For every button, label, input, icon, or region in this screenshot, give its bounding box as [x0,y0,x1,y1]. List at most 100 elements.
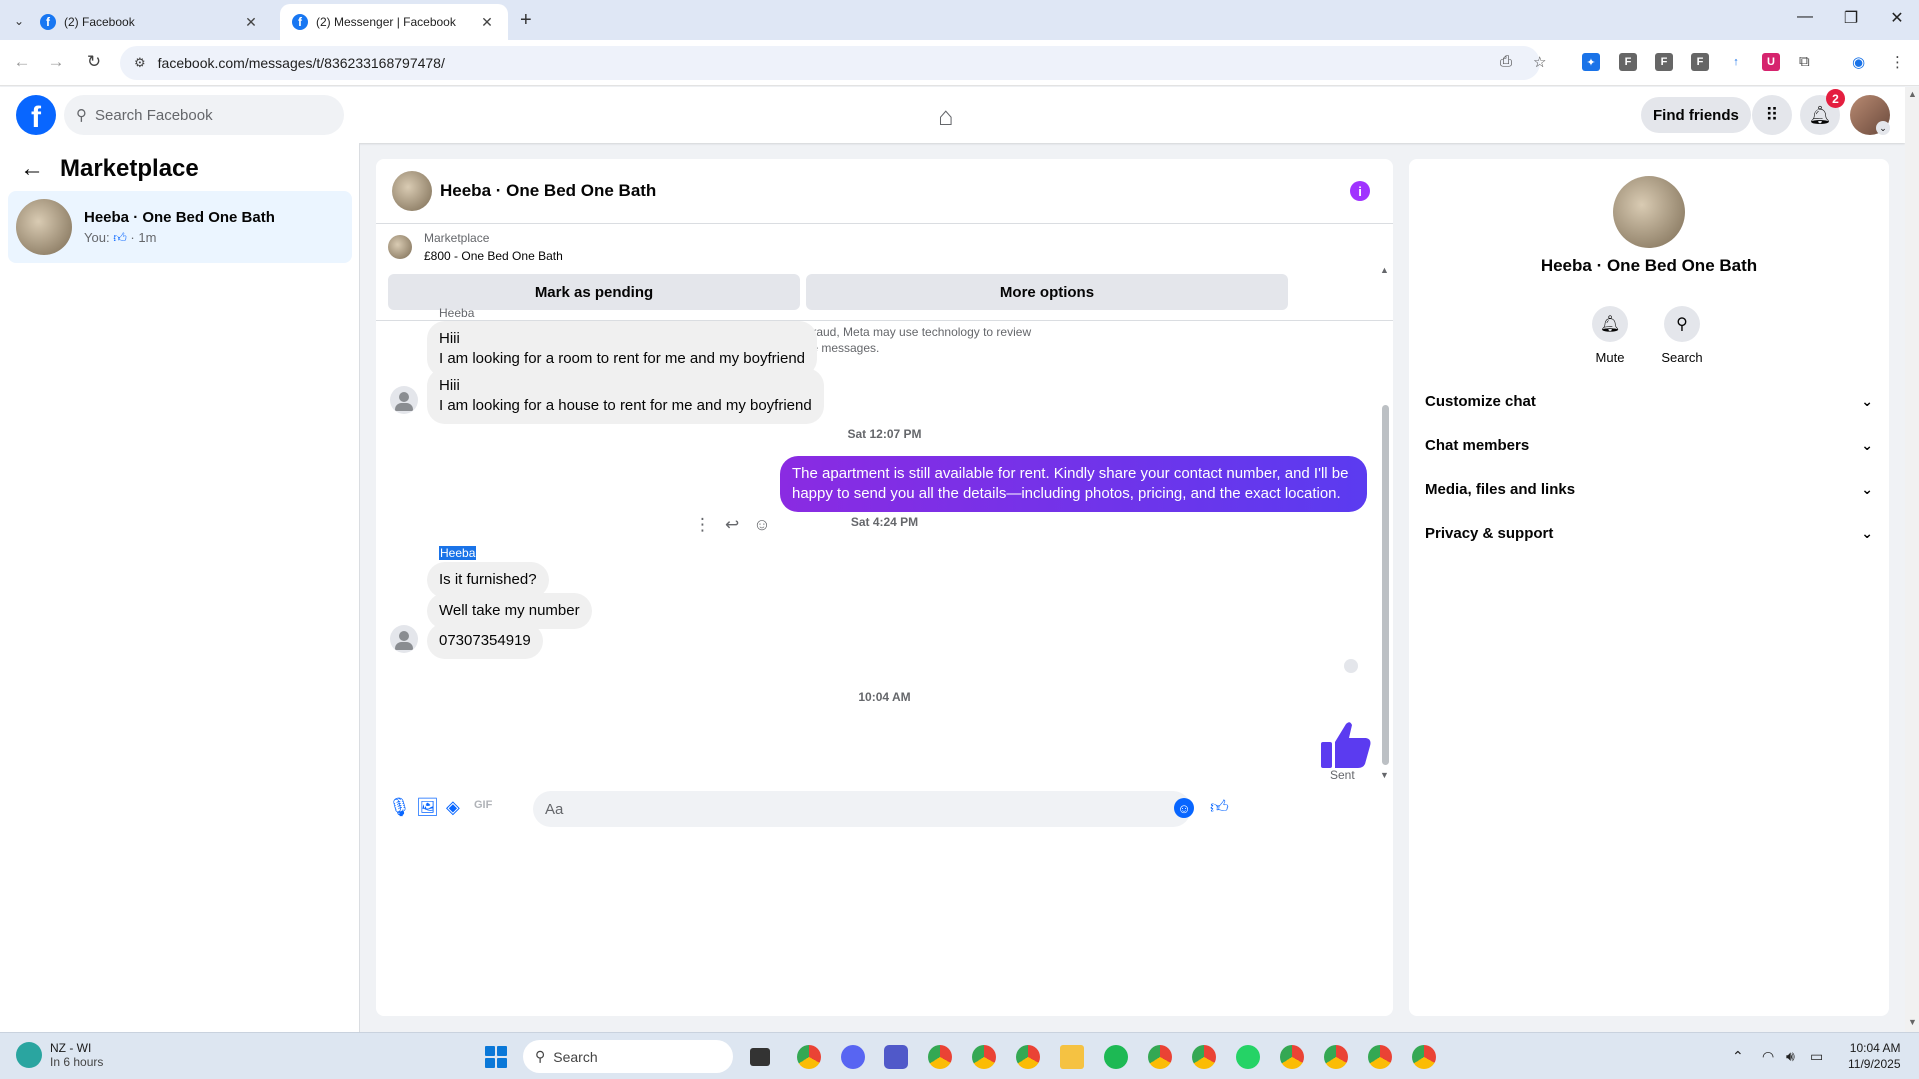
bell-icon: 🔔︎ [1592,306,1628,342]
tab-title: (2) Messenger | Facebook [316,15,456,29]
sent-label: Sent [1330,768,1355,782]
chat-avatar[interactable] [392,171,432,211]
chrome-icon[interactable] [1280,1045,1304,1069]
tab-facebook[interactable]: f (2) Facebook ✕ [28,4,272,40]
extension-f-icon[interactable]: F [1691,53,1709,71]
site-info-icon[interactable]: ⚙ [134,55,146,71]
folder-icon[interactable] [1060,1045,1084,1069]
more-options-button[interactable]: More options [806,274,1288,310]
bookmark-star-icon[interactable]: ☆ [1533,53,1546,71]
taskbar-search[interactable]: ⚲ Search [523,1040,733,1073]
chrome-icon[interactable] [1192,1045,1216,1069]
chevron-up-icon[interactable]: ⌃ [1732,1048,1744,1065]
chrome-icon[interactable] [972,1045,996,1069]
spotify-icon[interactable] [1104,1045,1128,1069]
close-window-button[interactable]: ✕ [1882,8,1912,28]
chrome-icon[interactable] [1016,1045,1040,1069]
sender-avatar[interactable] [390,625,418,653]
minimize-button[interactable]: — [1790,8,1820,26]
photo-icon[interactable]: 🖼︎ [416,797,439,818]
message-input[interactable]: Aa [533,791,1191,827]
scroll-down-arrow[interactable]: ▼ [1908,1017,1917,1027]
install-app-icon[interactable]: ⎙ [1500,53,1512,70]
privacy-support-row[interactable]: Privacy & support ⌄ [1425,515,1873,551]
tab-messenger[interactable]: f (2) Messenger | Facebook ✕ [280,4,508,40]
extension-shield-icon[interactable]: U [1762,53,1780,71]
file-explorer-icon[interactable] [750,1048,770,1066]
conversations-sidebar: ← Marketplace Heeba · One Bed One Bath Y… [0,143,360,1032]
address-bar[interactable]: ⚙ facebook.com/messages/t/83623316879747… [120,46,1540,80]
scroll-down-arrow[interactable]: ▼ [1380,770,1389,780]
discord-icon[interactable] [841,1045,865,1069]
chrome-icon[interactable] [928,1045,952,1069]
sender-avatar[interactable] [390,386,418,414]
volume-icon[interactable]: 🔊︎ [1786,1048,1795,1065]
send-like-icon[interactable]: 👍︎ [1210,796,1229,818]
info-icon[interactable]: i [1350,181,1370,201]
conversation-item[interactable]: Heeba · One Bed One Bath You: 👍︎ · 1m [8,191,352,263]
battery-icon[interactable]: ▭ [1810,1048,1823,1065]
facebook-search-input[interactable]: ⚲ Search Facebook [64,95,344,135]
extension-pin-icon[interactable]: ↑ [1727,53,1745,71]
chrome-icon[interactable] [797,1045,821,1069]
restore-button[interactable]: ❐ [1836,8,1866,28]
extension-f-icon[interactable]: F [1655,53,1673,71]
whatsapp-icon[interactable] [1236,1045,1260,1069]
wifi-icon[interactable]: ◠ [1762,1048,1774,1065]
back-button[interactable]: ← [10,52,34,72]
tab-search-button[interactable]: ⌄ [8,10,30,32]
facebook-logo-icon[interactable]: f [16,95,56,135]
chat-members-row[interactable]: Chat members ⌄ [1425,427,1873,463]
contact-name: Heeba · One Bed One Bath [1540,256,1758,275]
marketplace-listing[interactable]: Marketplace £800 - One Bed One Bath [388,231,563,263]
chat-info-panel: Heeba · One Bed One Bath 🔔︎ Mute ⚲ Searc… [1409,159,1889,1016]
new-tab-button[interactable]: + [520,9,532,32]
find-friends-button[interactable]: Find friends [1641,97,1751,133]
message-bubble-incoming: 07307354919 [427,623,543,659]
weather-title: NZ - WI [50,1041,92,1055]
customize-chat-row[interactable]: Customize chat ⌄ [1425,383,1873,419]
search-in-chat-button[interactable]: ⚲ Search [1652,306,1712,365]
reload-button[interactable]: ↻ [82,52,106,72]
media-files-links-row[interactable]: Media, files and links ⌄ [1425,471,1873,507]
close-icon[interactable]: ✕ [478,14,496,31]
gif-icon[interactable]: GIF [474,799,492,811]
weather-widget[interactable]: NZ - WI In 6 hours [16,1041,103,1069]
mute-label: Mute [1595,350,1625,365]
page-scrollbar[interactable]: ▲ ▼ [1905,87,1919,1032]
chrome-icon[interactable] [1324,1045,1348,1069]
extension-f-icon[interactable]: F [1619,53,1637,71]
chevron-down-icon: ⌄ [1861,480,1873,497]
profile-icon[interactable]: ◉ [1852,53,1865,71]
emoji-icon[interactable]: ☺ [1174,798,1194,818]
home-icon[interactable]: ⌂ [938,101,954,132]
menu-grid-icon[interactable]: ⠿ [1752,95,1792,135]
chrome-icon[interactable] [1412,1045,1436,1069]
close-icon[interactable]: ✕ [242,14,260,31]
contact-avatar[interactable] [1613,176,1685,248]
taskbar-clock[interactable]: 10:04 AM 11/9/2025 [1848,1040,1901,1072]
message-line: Hiii [439,330,460,347]
teams-icon[interactable] [884,1045,908,1069]
chrome-icon[interactable] [1368,1045,1392,1069]
sender-name: Heeba [439,306,475,320]
menu-icon[interactable]: ⋮ [1890,53,1905,71]
sticker-icon[interactable]: ◈ [446,797,460,818]
search-label: Search [1661,350,1703,365]
chevron-down-icon[interactable]: ⌄ [1876,121,1890,135]
start-button[interactable] [485,1046,507,1068]
chat-title[interactable]: Heeba · One Bed One Bath [440,181,656,201]
chat-scrollbar[interactable] [1382,405,1389,765]
mute-button[interactable]: 🔔︎ Mute [1580,306,1640,365]
extension-puzzle-blue-icon[interactable]: ✦ [1582,53,1600,71]
extensions-icon[interactable]: ⧉ [1799,53,1810,70]
chrome-icon[interactable] [1148,1045,1172,1069]
back-arrow-icon[interactable]: ← [20,155,44,183]
scroll-up-arrow[interactable]: ▲ [1908,89,1917,99]
scroll-up-arrow[interactable]: ▲ [1380,265,1389,275]
microphone-icon[interactable]: 🎙︎ [388,797,411,818]
message-line: I am looking for a house to rent for me … [439,397,812,414]
forward-button[interactable]: → [44,52,68,72]
mark-as-pending-button[interactable]: Mark as pending [388,274,800,310]
search-icon: ⚲ [76,107,87,124]
